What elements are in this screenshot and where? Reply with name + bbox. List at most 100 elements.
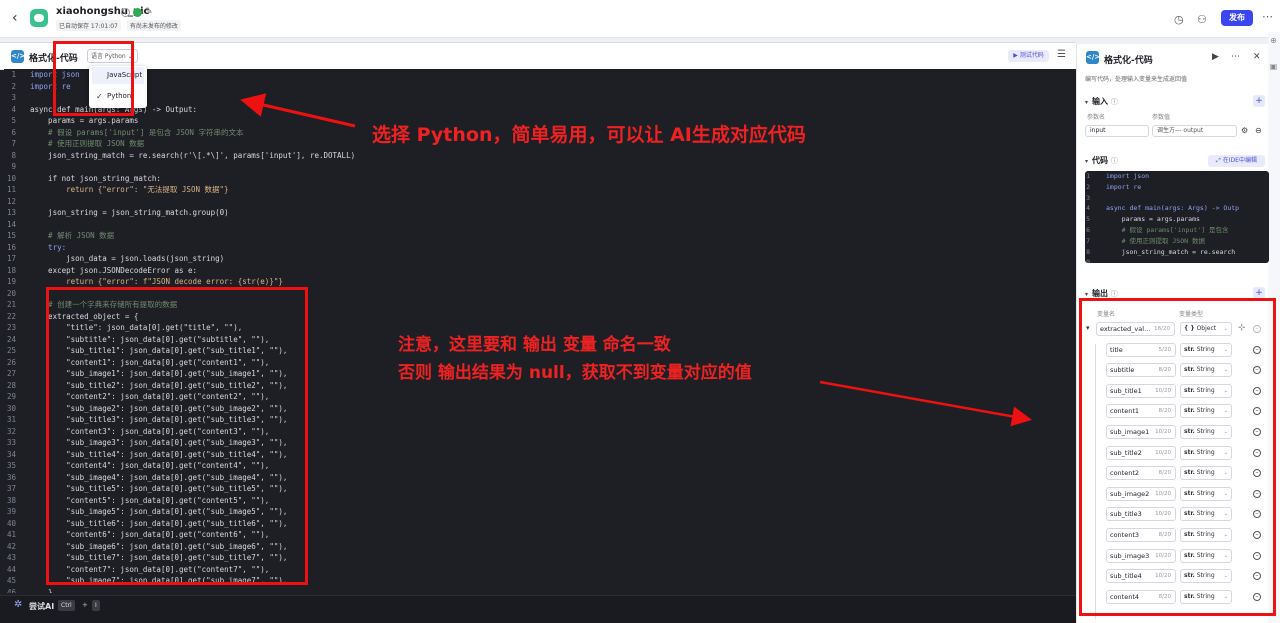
line-number: 4 [1086,204,1090,213]
highlight-box-object [46,287,308,585]
run-icon[interactable]: ▶ [1212,52,1219,62]
line-number: 5 [11,116,16,125]
line-number: 14 [6,219,16,229]
info-icon: ⓘ [1110,98,1118,106]
line-number: 4 [11,104,16,114]
more-icon[interactable]: ⋯ [1262,10,1273,23]
output-section-label: 输出 [1092,289,1109,298]
close-icon[interactable]: ✕ [1253,52,1261,62]
shortcut-key: I [92,600,100,611]
ai-sparkle-icon: ✲ [14,599,23,610]
test-code-label: 测试代码 [1019,52,1044,59]
collaborators-icon[interactable]: ⚇ [1197,13,1207,26]
panel-description: 编写代码，处理输入变量来生成返回值 [1085,76,1188,83]
line-number: 32 [6,426,16,436]
code-text: # 假设 params['input'] 是包含 JSON 字符串的文本 [30,127,244,137]
line-number: 43 [6,553,16,562]
code-line: 9 [1085,257,1269,263]
line-number: 39 [6,507,16,516]
code-node-icon: </> [1086,51,1100,64]
settings-icon[interactable]: ⚙ [1241,126,1248,135]
line-number: 1 [1086,172,1090,180]
input-section-header[interactable]: ▾ 输入 ⓘ [1085,96,1118,107]
edit-icon[interactable]: ✎ [145,7,153,17]
shortcut-plus: + [82,601,88,609]
edit-in-ide-label: 在IDE中编辑 [1222,157,1257,164]
line-number: 36 [6,472,16,482]
line-number: 5 [1086,215,1090,224]
code-node-icon: </> [11,50,25,63]
panel-title: 格式化-代码 [1104,56,1153,66]
line-number: 29 [6,392,16,401]
line-number: 6 [1086,225,1090,234]
remove-icon[interactable]: ⊖ [1255,126,1262,135]
line-number: 24 [6,334,16,344]
code-text: import re [1106,182,1142,191]
line-number: 15 [6,231,16,240]
editor-header: </> 格式化-代码 语言 Python ⌄ ▶ 测试代码 ☰ [0,43,1076,70]
code-text: import json [1106,172,1150,180]
code-line: 15 # 解析 JSON 数据 [4,230,1076,242]
line-number: 35 [6,461,16,470]
input-section-label: 输入 [1092,97,1109,106]
line-number: 6 [11,127,16,137]
code-preview[interactable]: 1 import json 2 import re 3 4 async def main(a… [1085,171,1269,263]
code-text: params = args.params [30,116,139,125]
add-icon[interactable]: ⊕ [1268,36,1279,48]
code-section-label: 代码 [1092,156,1109,165]
back-icon[interactable]: ‹ [12,10,18,26]
line-number: 11 [6,185,16,194]
line-number: 44 [6,564,16,574]
code-line: 12 [4,196,1076,208]
line-number: 30 [6,403,16,413]
shortcut-key: Ctrl [58,600,75,611]
code-text: try: [30,242,67,252]
expand-icon[interactable]: ▣ [1268,62,1279,74]
more-icon[interactable]: ⋯ [1231,52,1240,62]
publish-button[interactable]: 发布 [1221,10,1253,26]
highlight-box-outputs [1079,298,1276,616]
code-line: 3 [1085,193,1269,204]
input-name-field[interactable]: input [1085,125,1149,137]
line-number: 26 [6,357,16,367]
line-number: 13 [6,208,16,217]
code-text: return {"error": "无法提取 JSON 数据"} [30,185,229,194]
line-number: 38 [6,495,16,505]
code-text: # 假设 params['input'] 是包含 [1106,225,1229,234]
line-number: 41 [6,530,16,539]
line-number: 3 [11,93,16,102]
code-text: json_string_match = re.search(r'\[.*\]',… [30,150,356,160]
code-line: 11 return {"error": "无法提取 JSON 数据"} [4,184,1076,196]
list-icon[interactable]: ☰ [1057,49,1066,60]
code-text: if not json_string_match: [30,173,161,183]
code-text: } [30,587,53,594]
edit-in-ide-button[interactable]: ⤢ 在IDE中编辑 [1208,155,1265,167]
code-line: 16 try: [4,242,1076,254]
line-number: 42 [6,541,16,551]
input-value-field[interactable]: 调生方--- output [1152,125,1237,137]
add-input-button[interactable]: + [1253,95,1265,107]
info-icon: ⓘ [1110,290,1118,298]
test-code-button[interactable]: ▶ 测试代码 [1008,50,1049,62]
line-number: 7 [11,139,16,148]
top-bar: ‹ xiaohongshu_pic i ✎ 已自动保存 17:01:07 有尚未… [0,0,1280,38]
line-number: 28 [6,380,16,390]
code-text: async def main(args: Args) -> Outp [1106,204,1240,213]
line-number: 18 [6,265,16,275]
line-number: 9 [1086,258,1090,263]
unpublished-badge: 有尚未发布的修改 [126,20,181,31]
code-section-header[interactable]: ▾ 代码 ⓘ [1085,155,1118,166]
try-ai-button[interactable]: 尝试AI [29,601,54,612]
code-line: 10 if not json_string_match: [4,173,1076,185]
line-number: 2 [11,81,16,91]
annotation-note-2b: 否则 输出结果为 null，获取不到变量对应的值 [398,363,752,383]
highlight-box-language [53,41,134,116]
line-number: 45 [6,576,16,585]
history-icon[interactable]: ◷ [1174,13,1184,26]
code-line: 8 json_string_match = re.search [1085,247,1269,258]
app-logo-icon [30,9,48,27]
ai-bar [0,595,1076,623]
code-line: 19 return {"error": f"JSON decode error:… [4,276,1076,288]
code-text: # 解析 JSON 数据 [30,231,115,240]
info-icon[interactable]: i [121,8,130,17]
